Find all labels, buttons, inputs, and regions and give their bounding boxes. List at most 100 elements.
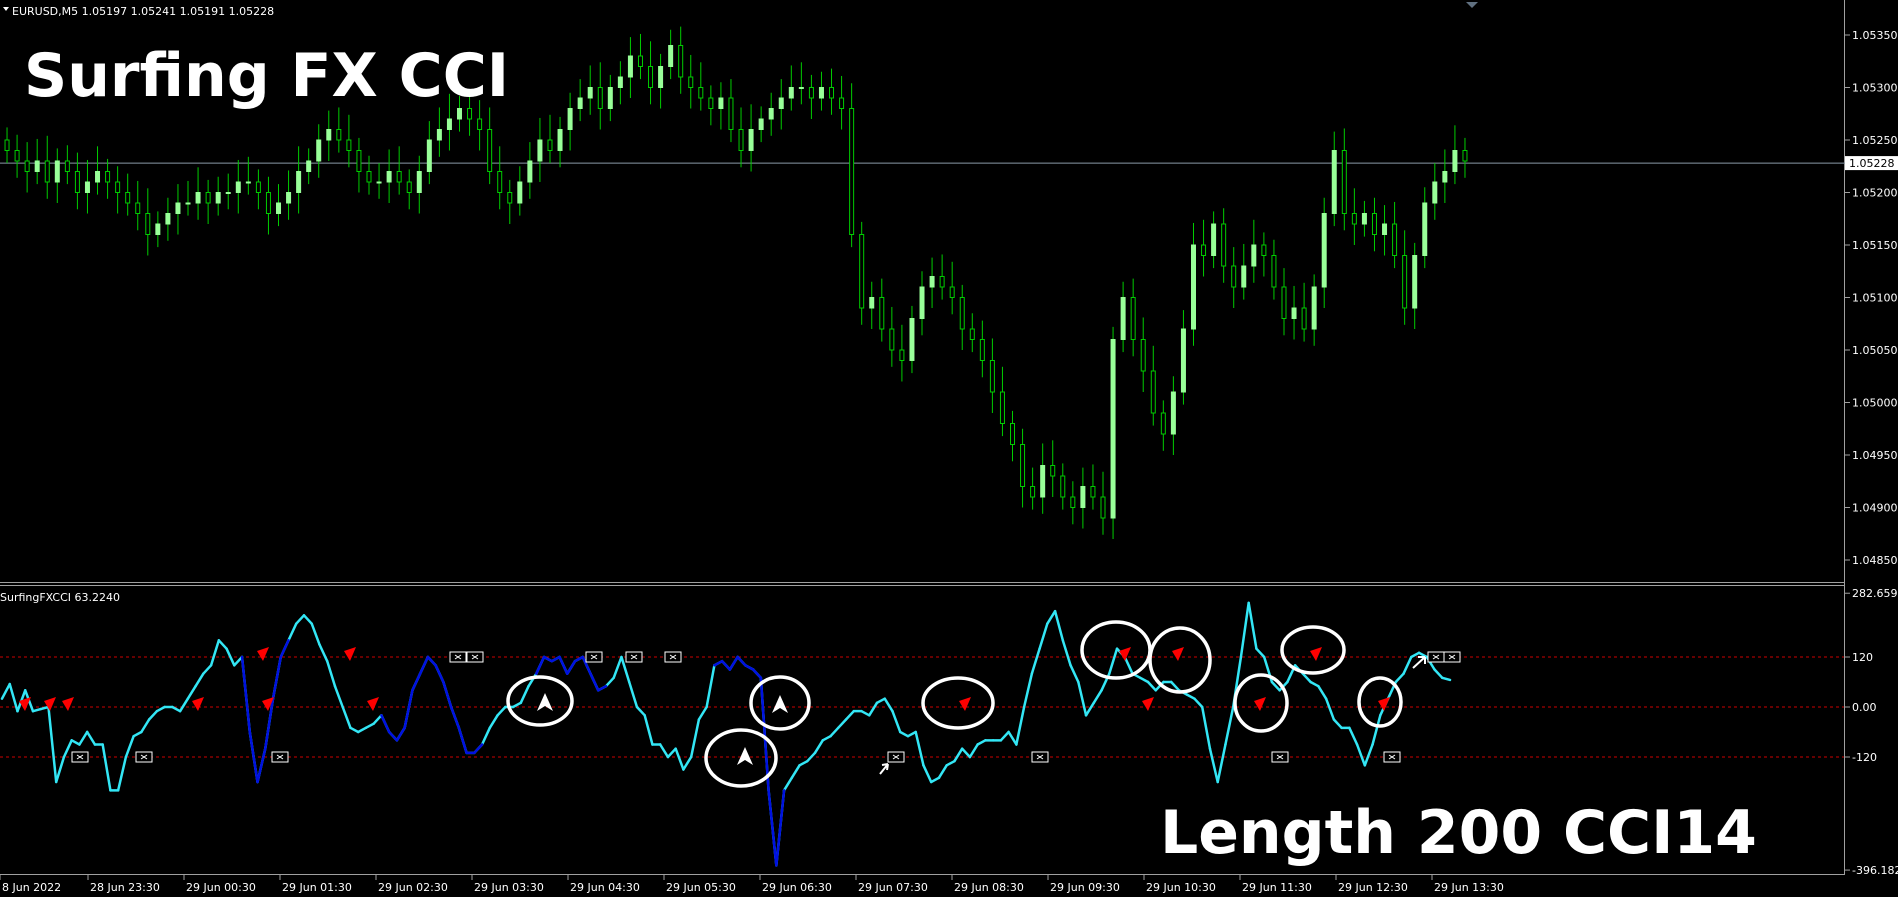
cci-segment (1030, 647, 1041, 675)
candle-up (718, 97, 724, 109)
candle-up (768, 108, 774, 120)
time-tick-label: 29 Jun 13:30 (1434, 881, 1504, 894)
cci-segment (682, 755, 693, 771)
candle-down (1261, 244, 1267, 256)
cci-segment-down (457, 726, 468, 755)
candle-up (276, 202, 282, 214)
cci-segment (937, 764, 948, 780)
cci-segment-down (279, 639, 290, 659)
price-tick-label: 1.05050 (1852, 344, 1898, 357)
time-axis[interactable]: 8 Jun 2022 28 Jun 23:30 29 Jun 00:30 29 Jun… (0, 875, 1504, 894)
cci-segment (1301, 672, 1312, 684)
cci-segment-down (728, 655, 739, 671)
candle-down (1392, 223, 1398, 256)
cci-segment (194, 672, 205, 688)
candle-down (688, 76, 694, 88)
candle-down (477, 118, 483, 130)
sell-arrow-icon (1310, 647, 1322, 661)
candle-up (1311, 286, 1317, 330)
candle-up (1361, 213, 1367, 225)
cci-segment-down (573, 655, 584, 663)
cci-segment (1038, 622, 1049, 650)
candle-up (758, 118, 764, 130)
candle-down (74, 171, 80, 193)
candle-down (135, 202, 141, 214)
candle-down (265, 192, 271, 214)
signal-circle (506, 675, 574, 727)
cci-segment (798, 759, 809, 767)
candle-up (95, 171, 101, 183)
cci-segment-down (248, 730, 259, 784)
cci-segment (519, 684, 530, 705)
candle-down (145, 213, 151, 235)
candle-down (738, 129, 744, 151)
cci-segment (891, 709, 902, 734)
cci-segment (310, 622, 321, 646)
time-tick-label: 29 Jun 02:30 (378, 881, 448, 894)
cci-segment (318, 643, 329, 663)
price-tick-label: 1.05300 (1852, 82, 1898, 95)
shift-marker-icon[interactable] (1466, 2, 1478, 8)
candle-up (245, 181, 251, 184)
candle-up (798, 87, 804, 89)
candle-up (1412, 255, 1418, 309)
candle-down (1160, 412, 1166, 435)
candle-down (14, 150, 20, 162)
candle-up (617, 76, 623, 88)
indicator-axis[interactable]: 282.6599 120 0.00 -120 -396.182 (1845, 587, 1898, 877)
cci-segment (372, 714, 383, 725)
cci-segment (171, 705, 182, 713)
cci-segment (868, 701, 879, 717)
cci-segment (294, 614, 306, 625)
entry-arrow-icon-2 (1412, 656, 1426, 669)
cci-segment (627, 680, 639, 709)
cci-segment (844, 709, 856, 721)
cci-segment (155, 705, 166, 713)
price-tick-label: 1.05000 (1852, 397, 1898, 410)
cci-segment (1441, 676, 1452, 682)
cci-segment (914, 730, 925, 767)
candle-down (1201, 244, 1207, 256)
candle-down (1130, 297, 1136, 340)
candle-down (105, 171, 111, 183)
cci-segment (906, 730, 917, 738)
cci-segment (922, 764, 933, 784)
cci-segment (1193, 697, 1204, 709)
candle-up (527, 160, 533, 183)
cci-segment (1146, 680, 1158, 692)
cci-segment (1169, 680, 1181, 692)
candle-up (577, 97, 583, 109)
candle-down (728, 97, 734, 130)
candle-down (939, 276, 945, 288)
cci-segment (782, 776, 794, 792)
cci-segment (1022, 672, 1034, 709)
chart-menu-triangle-icon[interactable] (3, 7, 9, 11)
cci-segment (1355, 743, 1367, 767)
cci-segment-down (736, 655, 747, 667)
time-tick-label: 29 Jun 01:30 (282, 881, 352, 894)
sell-arrow-icon (959, 697, 971, 711)
price-axis[interactable]: 1.05350 1.05300 1.05250 1.05200 1.05150 1.051… (1845, 29, 1898, 567)
candle-down (969, 328, 975, 340)
candle-down (1271, 255, 1277, 288)
candle-up (185, 202, 191, 205)
candle-down (125, 192, 131, 204)
sell-arrow-icon (257, 647, 269, 661)
cci-segment (140, 718, 151, 734)
price-tick-label: 1.05150 (1852, 239, 1898, 252)
candle-down (959, 297, 965, 330)
cci-segment (341, 705, 352, 730)
cci-segment (1208, 747, 1219, 784)
cci-segment (233, 655, 244, 667)
candle-up (778, 97, 784, 109)
cci-segment (0, 682, 11, 700)
cci-segment-down (271, 655, 283, 700)
cci-segment (604, 676, 615, 688)
cci-segment (960, 747, 972, 759)
candle-up (175, 202, 181, 214)
cci-segment (790, 764, 801, 780)
candle-up (165, 213, 171, 225)
cci-segment (1069, 664, 1080, 684)
candle-up (517, 181, 523, 204)
time-tick-label: 28 Jun 23:30 (90, 881, 160, 894)
